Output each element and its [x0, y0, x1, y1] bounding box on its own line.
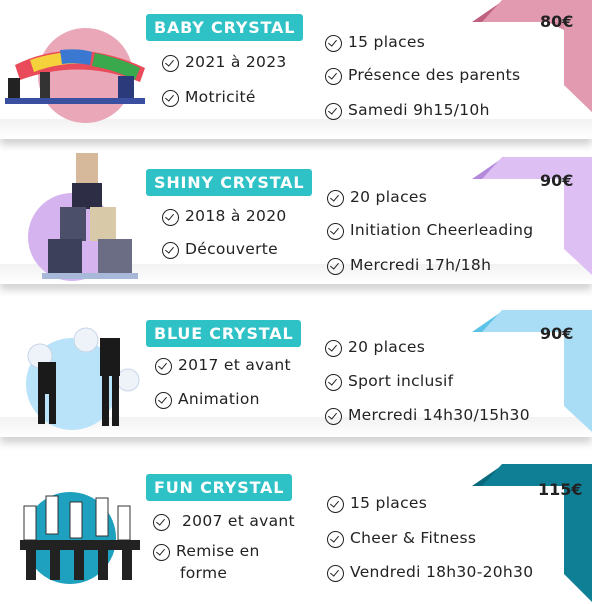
list-item: 20 places — [327, 188, 427, 207]
price-ribbon — [472, 0, 592, 112]
check-circle-icon — [162, 90, 179, 107]
check-circle-icon — [155, 358, 172, 375]
check-circle-icon — [327, 223, 344, 240]
list-item: Samedi 9h15/10h — [325, 101, 490, 120]
list-item: Découverte — [162, 240, 278, 259]
check-circle-icon — [325, 35, 342, 52]
check-circle-icon — [153, 514, 170, 531]
check-circle-icon — [327, 531, 344, 548]
price-ribbon — [472, 157, 592, 275]
price-label: 90€ — [540, 171, 574, 190]
card-shiny-crystal: SHINY CRYSTAL 2018 à 2020 Découverte 20 … — [0, 145, 592, 290]
check-circle-icon — [162, 242, 179, 259]
price-label: 115€ — [538, 480, 583, 499]
list-item: Sport inclusif — [325, 372, 453, 391]
check-circle-icon — [327, 496, 344, 513]
list-item: 2021 à 2023 — [162, 53, 287, 72]
list-item: 2017 et avant — [155, 356, 291, 375]
check-circle-icon — [325, 68, 342, 85]
list-item-continuation: forme — [180, 564, 228, 582]
list-item: 2018 à 2020 — [162, 207, 287, 226]
card-baby-crystal: BABY CRYSTAL 2021 à 2023 Motricité 15 pl… — [0, 0, 592, 145]
team-photo — [20, 495, 140, 580]
card-title: BLUE CRYSTAL — [146, 320, 302, 347]
check-circle-icon — [162, 55, 179, 72]
check-circle-icon — [153, 544, 170, 561]
card-fun-crystal: FUN CRYSTAL 2007 et avant Remise en form… — [0, 440, 592, 602]
check-circle-icon — [327, 190, 344, 207]
list-item: 15 places — [325, 33, 425, 52]
list-item: Motricité — [162, 88, 256, 107]
check-circle-icon — [327, 565, 344, 582]
list-item: Remise en — [153, 542, 260, 561]
card-title: FUN CRYSTAL — [146, 474, 293, 501]
check-circle-icon — [155, 392, 172, 409]
list-item: Animation — [155, 390, 260, 409]
price-label: 90€ — [540, 324, 574, 343]
list-item: 15 places — [327, 494, 427, 513]
pompom-photo — [27, 327, 140, 426]
card-blue-crystal: BLUE CRYSTAL 2017 et avant Animation 20 … — [0, 298, 592, 443]
check-circle-icon — [325, 408, 342, 425]
list-item: Cheer & Fitness — [327, 529, 476, 548]
card-title: SHINY CRYSTAL — [146, 169, 313, 196]
check-circle-icon — [327, 258, 344, 275]
price-label: 80€ — [540, 12, 574, 31]
check-circle-icon — [162, 209, 179, 226]
check-circle-icon — [325, 340, 342, 357]
list-item: 20 places — [325, 338, 425, 357]
pyramid-photo — [42, 153, 138, 279]
check-circle-icon — [325, 374, 342, 391]
check-circle-icon — [325, 103, 342, 120]
price-ribbon — [472, 310, 592, 432]
list-item: Mercredi 17h/18h — [327, 256, 491, 275]
list-item: 2007 et avant — [153, 512, 295, 531]
parachute-photo — [5, 49, 145, 104]
card-title: BABY CRYSTAL — [146, 14, 304, 41]
